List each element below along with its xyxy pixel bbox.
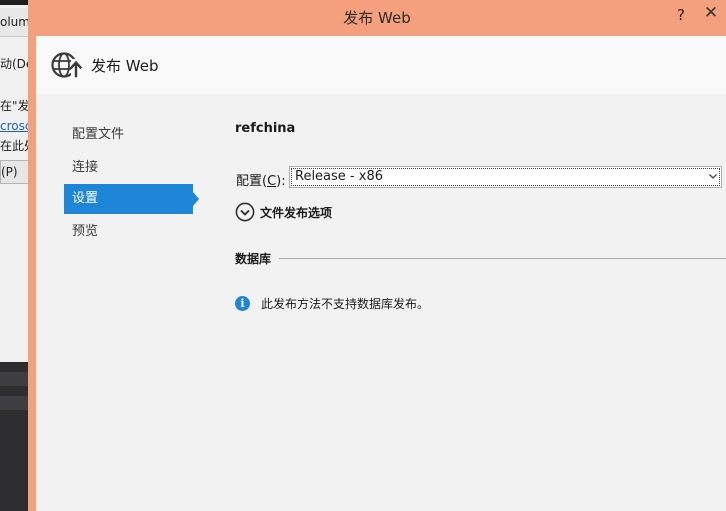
configuration-label: 配置(C): (236, 170, 286, 189)
dialog-content: 发布 Web 配置文件 连接 设置 预览 refchina 配置(C): Rel… (36, 36, 726, 511)
info-text: 此发布方法不支持数据库发布。 (261, 297, 430, 311)
profile-name: refchina (235, 121, 296, 136)
config-label-prefix: 配置( (236, 174, 268, 189)
help-button[interactable]: ? (668, 4, 694, 26)
dialog-title: 发布 Web (343, 9, 411, 27)
nav-item-connection[interactable]: 连接 (64, 153, 193, 183)
background-window: olum 动(De 在"发 crosc 在此处 (P) (0, 0, 30, 511)
dialog-titlebar[interactable]: 发布 Web ? ✕ (28, 0, 726, 36)
dialog-header: 发布 Web (36, 36, 726, 94)
nav-item-profile[interactable]: 配置文件 (64, 120, 193, 150)
background-topbar (0, 0, 30, 5)
configuration-dropdown[interactable]: Release - x86 (289, 166, 722, 188)
nav-item-label: 设置 (72, 191, 99, 206)
background-strip (0, 396, 30, 410)
nav-item-settings[interactable]: 设置 (64, 184, 199, 214)
background-text-line: 动(De (0, 57, 30, 71)
background-button[interactable]: (P) (0, 160, 30, 184)
background-text-line: 在此处 (0, 139, 30, 153)
database-label: 数据库 (235, 250, 278, 267)
config-label-suffix: ): (276, 174, 286, 189)
background-text-line: 在"发 (0, 99, 30, 113)
database-section-header: 数据库 (235, 250, 726, 268)
background-link[interactable]: crosc (0, 118, 30, 134)
configuration-value: Release - x86 (295, 169, 383, 184)
background-dark-panel (0, 362, 30, 511)
header-title: 发布 Web (91, 57, 159, 75)
selected-arrow-icon (193, 192, 199, 206)
publish-web-dialog: 发布 Web ? ✕ 发布 Web 配置文件 连接 设置 预览 refchina… (28, 0, 726, 511)
expander-label: 文件发布选项 (260, 206, 333, 220)
globe-upload-icon (51, 52, 82, 78)
background-strip (0, 372, 30, 386)
chevron-down-icon (709, 174, 717, 179)
expand-chevron-icon (235, 202, 255, 222)
section-divider (279, 258, 726, 259)
close-button[interactable]: ✕ (696, 0, 726, 26)
info-icon: i (235, 296, 250, 311)
nav-item-preview[interactable]: 预览 (64, 217, 193, 247)
background-tab[interactable]: olum (0, 8, 30, 37)
config-label-accesskey: C (267, 174, 277, 189)
